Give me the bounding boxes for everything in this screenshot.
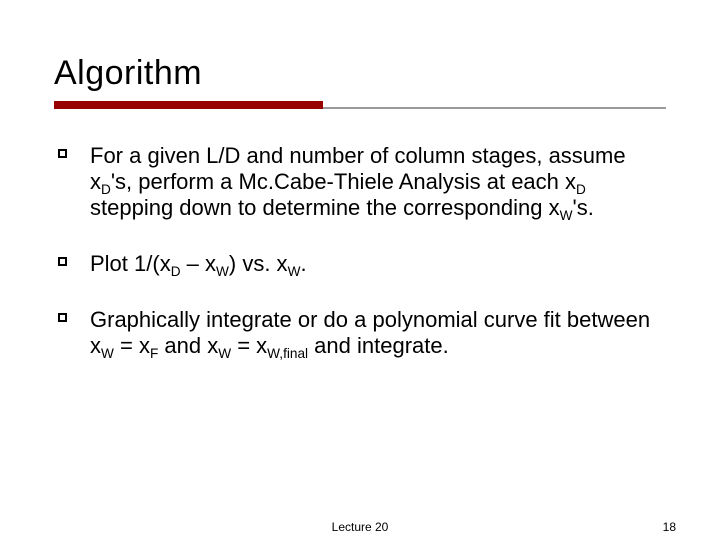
rule-red bbox=[54, 101, 323, 109]
title-rule bbox=[54, 101, 666, 109]
bullet-list: For a given L/D and number of column sta… bbox=[54, 143, 666, 359]
square-bullet-icon bbox=[58, 257, 67, 266]
slide: Algorithm For a given L/D and number of … bbox=[0, 0, 720, 540]
square-bullet-icon bbox=[58, 149, 67, 158]
bullet-item: Graphically integrate or do a polynomial… bbox=[58, 307, 666, 359]
bullet-item: For a given L/D and number of column sta… bbox=[58, 143, 666, 221]
slide-title: Algorithm bbox=[54, 54, 666, 93]
bullet-text: Graphically integrate or do a polynomial… bbox=[90, 307, 650, 358]
square-bullet-icon bbox=[58, 313, 67, 322]
footer-center: Lecture 20 bbox=[332, 520, 389, 534]
bullet-item: Plot 1/(xD – xW) vs. xW. bbox=[58, 251, 666, 277]
bullet-text: For a given L/D and number of column sta… bbox=[90, 143, 626, 220]
bullet-text: Plot 1/(xD – xW) vs. xW. bbox=[90, 251, 307, 276]
footer-page-number: 18 bbox=[663, 520, 676, 534]
